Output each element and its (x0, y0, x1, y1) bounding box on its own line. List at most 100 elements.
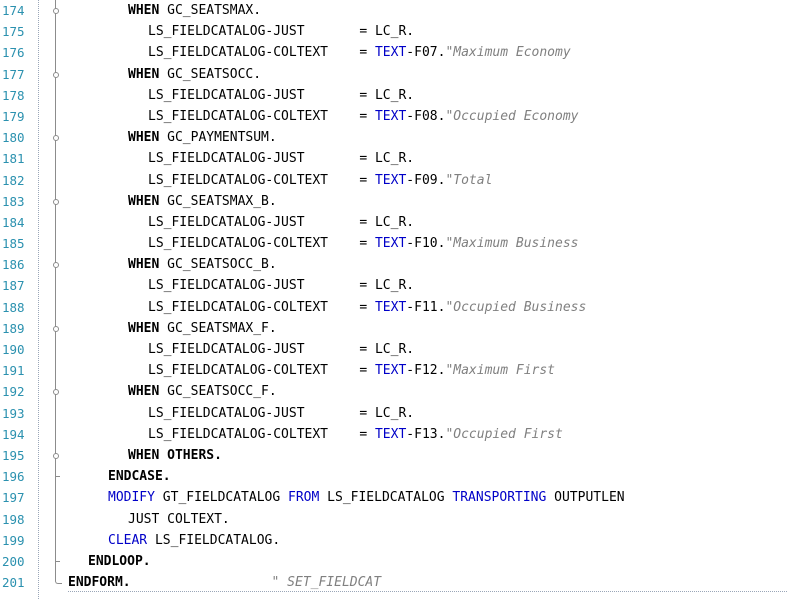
code-keyword: CLEAR (108, 532, 148, 548)
code-token: -F13. (406, 426, 446, 442)
code-line[interactable]: 180 WHEN GC_PAYMENTSUM. (0, 127, 787, 149)
line-number: 188 (2, 299, 25, 315)
code-line[interactable]: 185 LS_FIELDCATALOG-COLTEXT = TEXT-F10."M… (0, 233, 787, 255)
fold-marker (50, 444, 62, 467)
code-text: WHEN GC_PAYMENTSUM. (128, 127, 277, 148)
code-token: TEXT (374, 45, 407, 61)
fold-marker (50, 148, 62, 170)
code-line[interactable]: 181 LS_FIELDCATALOG-JUST = LC_R. (0, 148, 787, 170)
fold-marker (50, 127, 62, 149)
code-line[interactable]: 195 WHEN OTHERS. (0, 444, 787, 467)
code-keyword: ENDCASE. (108, 469, 171, 485)
line-number: 178 (2, 87, 25, 103)
code-token: TEXT (374, 108, 407, 124)
code-line[interactable]: 182 LS_FIELDCATALOG-COLTEXT = TEXT-F09."T… (0, 169, 787, 191)
code-line[interactable]: 188 LS_FIELDCATALOG-COLTEXT = TEXT-F11."O… (0, 296, 787, 318)
fold-marker (50, 275, 62, 297)
code-line[interactable]: 184 LS_FIELDCATALOG-JUST = LC_R. (0, 211, 787, 234)
code-token: LS_FIELDCATALOG-JUST = LC_R. (148, 278, 415, 294)
fold-marker (50, 508, 62, 530)
code-line[interactable]: 175 LS_FIELDCATALOG-JUST = LC_R. (0, 21, 787, 43)
line-number: 196 (2, 469, 25, 485)
code-line[interactable]: 183 WHEN GC_SEATSMAX_B. (0, 190, 787, 212)
code-line[interactable]: 200 ENDLOOP. (0, 550, 787, 573)
code-line[interactable]: 176 LS_FIELDCATALOG-COLTEXT = TEXT-F07."M… (0, 42, 787, 64)
code-line[interactable]: 179 LS_FIELDCATALOG-COLTEXT = TEXT-F08."O… (0, 105, 787, 128)
code-line[interactable]: 187 LS_FIELDCATALOG-JUST = LC_R. (0, 275, 787, 297)
code-text: LS_FIELDCATALOG-JUST = LC_R. (148, 275, 414, 296)
fold-marker (50, 466, 62, 488)
code-keyword: WHEN (128, 384, 160, 400)
code-text: WHEN GC_SEATSMAX_B. (128, 191, 277, 212)
code-line[interactable]: 198 JUST COLTEXT. (0, 508, 787, 530)
line-number: 175 (2, 24, 25, 40)
code-line[interactable]: 194 LS_FIELDCATALOG-COLTEXT = TEXT-F13."O… (0, 423, 787, 445)
code-token: GT_FIELDCATALOG (154, 490, 289, 506)
code-text: ENDLOOP. (88, 551, 151, 572)
code-token: LS_FIELDCATALOG-JUST = LC_R. (148, 342, 415, 357)
fold-marker (50, 190, 62, 212)
code-token: GC_SEATSMAX_F. (159, 320, 277, 336)
code-line[interactable]: 190 LS_FIELDCATALOG-JUST = LC_R. (0, 339, 787, 361)
fold-marker (50, 381, 62, 403)
code-token: LS_FIELDCATALOG-JUST = LC_R. (148, 405, 415, 421)
code-line[interactable]: 178 LS_FIELDCATALOG-JUST = LC_R. (0, 84, 787, 106)
code-line[interactable]: 191 LS_FIELDCATALOG-COLTEXT = TEXT-F12."M… (0, 360, 787, 382)
code-keyword: FROM (288, 490, 320, 506)
code-text: LS_FIELDCATALOG-COLTEXT = TEXT-F10."Maxi… (148, 233, 579, 254)
code-line[interactable]: 192 WHEN GC_SEATSOCC_F. (0, 381, 787, 403)
fold-marker (50, 169, 62, 191)
code-text: LS_FIELDCATALOG-COLTEXT = TEXT-F13."Occu… (148, 424, 563, 445)
code-token: GC_SEATSMAX_B. (159, 193, 277, 209)
code-line[interactable]: 189 WHEN GC_SEATSMAX_F. (0, 317, 787, 339)
fold-marker (50, 42, 62, 64)
code-area[interactable]: 174 WHEN GC_SEATSMAX. 175 LS_FIELDCATALOG-J… (0, 0, 787, 593)
fold-marker (50, 402, 62, 424)
code-token: LS_FIELDCATALOG-COLTEXT = (148, 363, 375, 379)
code-text: WHEN GC_SEATSOCC_B. (128, 254, 277, 275)
line-number: 174 (2, 3, 25, 18)
code-text: WHEN GC_SEATSMAX_F. (128, 318, 277, 339)
code-text: LS_FIELDCATALOG-COLTEXT = TEXT-F08."Occu… (148, 106, 579, 127)
code-token: LS_FIELDCATALOG (319, 490, 453, 506)
code-token: JUST COLTEXT. (128, 511, 230, 527)
line-number: 182 (2, 172, 25, 188)
code-token: OUTPUTLEN (546, 490, 625, 506)
code-line[interactable]: 186 WHEN GC_SEATSOCC_B. (0, 254, 787, 276)
code-text: WHEN GC_SEATSOCC_F. (128, 381, 277, 402)
code-token: TEXT (374, 363, 407, 379)
line-number: 192 (2, 384, 25, 400)
code-token: LS_FIELDCATALOG-COLTEXT = (148, 236, 375, 252)
code-line[interactable]: 174 WHEN GC_SEATSMAX. (0, 0, 787, 22)
code-token: TEXT (374, 426, 407, 442)
code-text: LS_FIELDCATALOG-JUST = LC_R. (148, 212, 414, 233)
fold-marker (50, 339, 62, 361)
code-line[interactable]: 199 CLEAR LS_FIELDCATALOG. (0, 529, 787, 551)
code-token: -F12. (406, 363, 446, 379)
line-number: 198 (2, 511, 25, 527)
code-comment: " SET_FIELDCAT (271, 575, 382, 591)
code-token: LS_FIELDCATALOG-JUST = LC_R. (148, 151, 415, 167)
code-comment: "Occupied Economy (445, 108, 579, 124)
fold-marker (50, 317, 62, 339)
code-token: -F10. (406, 236, 446, 252)
code-text: MODIFY GT_FIELDCATALOG FROM LS_FIELDCATA… (108, 487, 625, 508)
code-line[interactable]: 197 MODIFY GT_FIELDCATALOG FROM LS_FIELDC… (0, 487, 787, 509)
code-line[interactable]: 177 WHEN GC_SEATSOCC. (0, 63, 787, 85)
code-token: -F09. (406, 172, 446, 188)
line-number: 184 (2, 214, 25, 230)
fold-marker (50, 211, 62, 234)
code-token: -F11. (406, 299, 446, 315)
line-number: 183 (2, 193, 25, 209)
code-editor[interactable]: 174 WHEN GC_SEATSMAX. 175 LS_FIELDCATALOG-J… (0, 0, 787, 599)
code-text: LS_FIELDCATALOG-JUST = LC_R. (148, 339, 414, 360)
code-token: GC_SEATSOCC_F. (159, 384, 277, 400)
code-token: LS_FIELDCATALOG-COLTEXT = (148, 45, 375, 61)
code-keyword: WHEN (128, 3, 160, 18)
code-line[interactable]: 196 ENDCASE. (0, 466, 787, 488)
code-keyword: WHEN (128, 320, 160, 336)
code-line[interactable]: 193 LS_FIELDCATALOG-JUST = LC_R. (0, 402, 787, 424)
code-keyword: WHEN (128, 193, 160, 209)
code-text: LS_FIELDCATALOG-JUST = LC_R. (148, 148, 414, 169)
code-token: GC_SEATSOCC. (159, 66, 262, 82)
